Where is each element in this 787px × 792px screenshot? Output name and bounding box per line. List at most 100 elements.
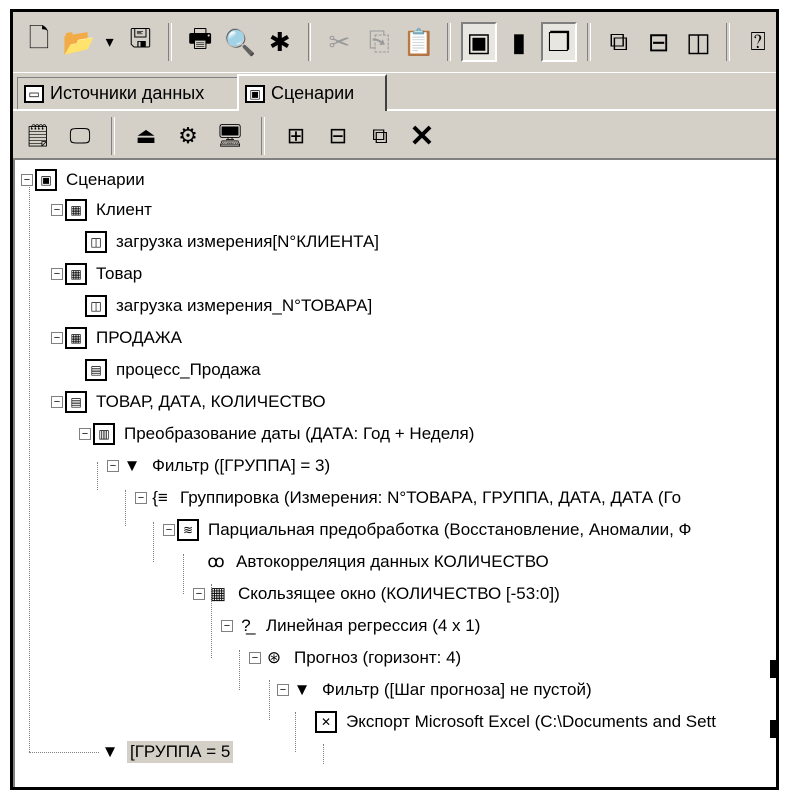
print-preview-icon[interactable]: 🔍	[222, 22, 258, 62]
tree-node-label: загрузка измерения_N°ТОВАРА]	[116, 296, 373, 315]
tree-node-label: Товар	[96, 264, 143, 283]
tree-node[interactable]: − ▦ Клиент	[51, 196, 155, 224]
horizontal-split-icon[interactable]: ⊟	[641, 22, 677, 62]
process-icon: ▤	[85, 359, 107, 381]
scroll-indicator[interactable]	[770, 720, 776, 738]
collapse-toggle-icon[interactable]: −	[51, 204, 63, 216]
toolbar-separator	[111, 117, 115, 155]
cube-load-icon: ◫	[85, 295, 107, 317]
tree-connector	[239, 650, 240, 690]
grouping-icon: {≡	[152, 488, 168, 507]
tree-node-label: процесс_Продажа	[116, 360, 261, 379]
tree-node-label: Группировка (Измерения: N°ТОВАРА, ГРУППА…	[180, 488, 682, 507]
tree-connector	[29, 752, 99, 753]
tree-node[interactable]: ◫ загрузка измерения_N°ТОВАРА]	[85, 292, 375, 320]
tree-node-label: Линейная регрессия (4 x 1)	[266, 616, 481, 635]
collapse-toggle-icon[interactable]: −	[163, 524, 175, 536]
open-folder-icon[interactable]: 📂	[61, 22, 97, 62]
table-icon: ▦	[65, 327, 87, 349]
tree-node-label-selected: [ГРУППА = 5	[127, 741, 234, 763]
windows-icon[interactable]: ❐	[540, 22, 578, 62]
tree-node-label: Скользящее окно (КОЛИЧЕСТВО [-53:0])	[238, 584, 560, 603]
tree-node-label: загрузка измерения[N°КЛИЕНТА]	[116, 232, 380, 251]
tree-node-label: Сценарии	[66, 170, 145, 189]
regression-icon: ?̲	[241, 616, 251, 635]
scroll-indicator[interactable]	[770, 660, 776, 678]
processor-icon[interactable]: ⚙	[171, 119, 205, 153]
tree-node[interactable]: − ?̲ Линейная регрессия (4 x 1)	[221, 612, 483, 640]
table-icon: ▦	[65, 199, 87, 221]
cascade-icon[interactable]: ⧉	[601, 22, 637, 62]
tab-datasources[interactable]: ▭ Источники данных	[17, 77, 239, 109]
tree-copy-icon[interactable]: ⧉	[363, 119, 397, 153]
tree-expand-icon[interactable]: ⊞	[279, 119, 313, 153]
tree-node[interactable]: − {≡ Группировка (Измерения: N°ТОВАРА, Г…	[135, 484, 684, 512]
filter-icon: ▼	[293, 680, 311, 699]
scenarios-icon[interactable]: ▣	[460, 22, 498, 62]
collapse-toggle-icon[interactable]: −	[107, 460, 119, 472]
collapse-toggle-icon[interactable]: −	[221, 620, 233, 632]
tree-connector	[97, 462, 98, 490]
tree-node[interactable]: − ▣ Сценарии	[21, 166, 148, 194]
tree-node[interactable]: − ▦ ПРОДАЖА	[51, 324, 185, 352]
preprocessing-icon: ≋	[177, 519, 199, 541]
tree-node[interactable]: ▼ [ГРУППА = 5	[99, 738, 234, 766]
collapse-toggle-icon[interactable]: −	[193, 588, 205, 600]
print-icon[interactable]: 🖶	[182, 22, 218, 62]
collapse-toggle-icon[interactable]: −	[21, 174, 33, 186]
dropdown-arrow-icon[interactable]: ▾	[101, 22, 119, 62]
tree-collapse-icon[interactable]: ⊟	[321, 119, 355, 153]
forecast-icon: ⊛	[266, 648, 282, 667]
tree-connector	[269, 680, 270, 720]
toolbar-separator	[726, 23, 731, 61]
tab-scenarios-label: Сценарии	[271, 83, 355, 103]
tree-node[interactable]: ✕ Экспорт Microsoft Excel (C:\Documents …	[315, 708, 719, 736]
tree-connector	[295, 712, 296, 752]
import-icon[interactable]: ⏏	[129, 119, 163, 153]
help-icon[interactable]: ⍰	[740, 22, 776, 62]
collapse-toggle-icon[interactable]: −	[51, 396, 63, 408]
tree-node[interactable]: − ▦ Товар	[51, 260, 145, 288]
delete-icon[interactable]: ✕	[405, 119, 439, 153]
cut-icon[interactable]: ✂	[321, 22, 357, 62]
tree-node[interactable]: − ▼ Фильтр ([Шаг прогноза] не пустой)	[277, 676, 595, 704]
collapse-toggle-icon[interactable]: −	[51, 332, 63, 344]
toolbar-separator	[307, 23, 312, 61]
wizard-icon[interactable]: ✱	[262, 22, 298, 62]
vertical-split-icon[interactable]: ◫	[681, 22, 717, 62]
tab-scenarios[interactable]: ▣ Сценарии	[237, 74, 387, 111]
properties-icon[interactable]: 🗒	[21, 119, 55, 153]
copy-icon[interactable]: ⎘	[361, 22, 397, 62]
collapse-toggle-icon[interactable]: −	[79, 428, 91, 440]
collapse-toggle-icon[interactable]: −	[249, 652, 261, 664]
collapse-toggle-icon[interactable]: −	[51, 268, 63, 280]
process-icon: ▤	[65, 391, 87, 413]
cube-load-icon: ◫	[85, 231, 107, 253]
tree-node[interactable]: − ▼ Фильтр ([ГРУППА] = 3)	[107, 452, 333, 480]
datasource-tab-icon: ▭	[24, 84, 44, 103]
paste-icon[interactable]: 📋	[401, 22, 437, 62]
toolbar-separator	[587, 23, 591, 61]
collapse-toggle-icon[interactable]: −	[135, 492, 147, 504]
tree-node-label: Фильтр ([Шаг прогноза] не пустой)	[322, 680, 592, 699]
tree-node[interactable]: − ≋ Парциальная предобработка (Восстанов…	[163, 516, 694, 544]
new-document-icon[interactable]: 🗋	[21, 22, 57, 62]
collapse-toggle-icon[interactable]: −	[277, 684, 289, 696]
app-window: 🗋 📂 ▾ 🖫 🖶 🔍 ✱ ✂ ⎘ 📋 ▣ ▮ ❐ ⧉ ⊟ ◫ ⍰ ▭ Исто…	[10, 9, 779, 790]
tab-strip: ▭ Источники данных ▣ Сценарии	[13, 74, 776, 111]
tree-node[interactable]: − ⊛ Прогноз (горизонт: 4)	[249, 644, 464, 672]
report-icon[interactable]: 🖵	[63, 119, 97, 153]
tree-node[interactable]: − ▥ Преобразование даты (ДАТА: Год + Нед…	[79, 420, 477, 448]
visualize-icon[interactable]: 🖥	[213, 119, 247, 153]
tree-node[interactable]: ▤ процесс_Продажа	[85, 356, 264, 384]
tree-node[interactable]: ꝏ Автокорреляция данных КОЛИЧЕСТВО	[205, 548, 552, 576]
main-toolbar: 🗋 📂 ▾ 🖫 🖶 🔍 ✱ ✂ ⎘ 📋 ▣ ▮ ❐ ⧉ ⊟ ◫ ⍰	[13, 12, 776, 73]
tree-node[interactable]: − ▤ ТОВАР, ДАТА, КОЛИЧЕСТВО	[51, 388, 329, 416]
save-icon[interactable]: 🖫	[123, 22, 159, 62]
tree-node[interactable]: − ▦ Скользящее окно (КОЛИЧЕСТВО [-53:0])	[193, 580, 563, 608]
scenario-tree[interactable]: − ▣ Сценарии − ▦ Клиент ◫ загрузка измер…	[13, 158, 776, 787]
filter-icon: ▼	[123, 456, 141, 475]
datasource-icon[interactable]: ▮	[501, 22, 537, 62]
tree-node[interactable]: ◫ загрузка измерения[N°КЛИЕНТА]	[85, 228, 382, 256]
tree-node-label: ТОВАР, ДАТА, КОЛИЧЕСТВО	[96, 392, 326, 411]
